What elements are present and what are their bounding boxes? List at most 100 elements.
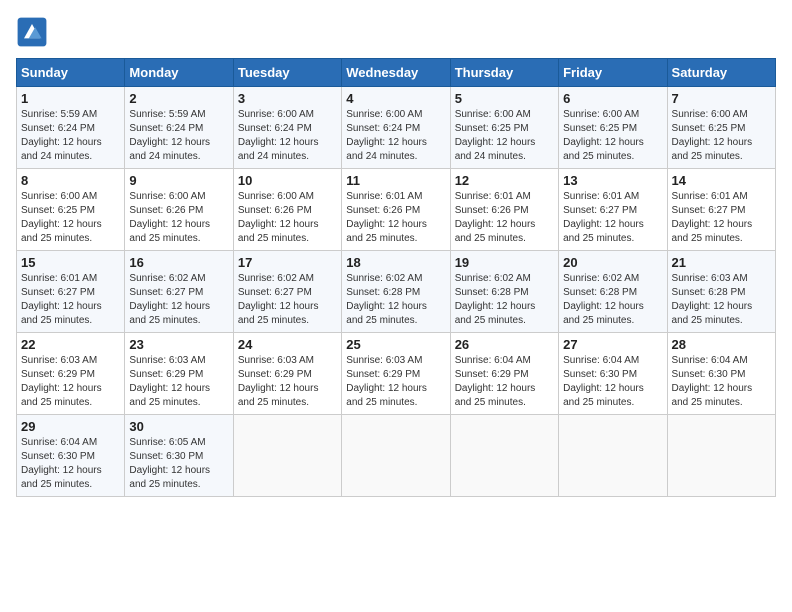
day-info: Sunrise: 6:00 AM Sunset: 6:25 PM Dayligh… (21, 190, 120, 246)
day-number: 8 (21, 173, 120, 188)
calendar-cell: 23 Sunrise: 6:03 AM Sunset: 6:29 PM Dayl… (125, 333, 233, 415)
logo-icon (16, 16, 48, 48)
day-info: Sunrise: 6:02 AM Sunset: 6:28 PM Dayligh… (563, 272, 662, 328)
calendar-cell (450, 415, 558, 497)
day-number: 10 (238, 173, 337, 188)
day-number: 9 (129, 173, 228, 188)
calendar-week-row: 8 Sunrise: 6:00 AM Sunset: 6:25 PM Dayli… (17, 169, 776, 251)
day-number: 12 (455, 173, 554, 188)
calendar-cell: 8 Sunrise: 6:00 AM Sunset: 6:25 PM Dayli… (17, 169, 125, 251)
day-info: Sunrise: 6:05 AM Sunset: 6:30 PM Dayligh… (129, 436, 228, 492)
day-number: 27 (563, 337, 662, 352)
day-info: Sunrise: 6:03 AM Sunset: 6:29 PM Dayligh… (129, 354, 228, 410)
page-header (16, 16, 776, 48)
weekday-header: Thursday (450, 59, 558, 87)
day-info: Sunrise: 6:00 AM Sunset: 6:25 PM Dayligh… (672, 108, 771, 164)
day-info: Sunrise: 6:02 AM Sunset: 6:28 PM Dayligh… (455, 272, 554, 328)
day-info: Sunrise: 6:03 AM Sunset: 6:28 PM Dayligh… (672, 272, 771, 328)
day-info: Sunrise: 6:01 AM Sunset: 6:27 PM Dayligh… (21, 272, 120, 328)
day-number: 24 (238, 337, 337, 352)
day-number: 2 (129, 91, 228, 106)
calendar-cell: 7 Sunrise: 6:00 AM Sunset: 6:25 PM Dayli… (667, 87, 775, 169)
day-info: Sunrise: 5:59 AM Sunset: 6:24 PM Dayligh… (21, 108, 120, 164)
calendar-cell: 22 Sunrise: 6:03 AM Sunset: 6:29 PM Dayl… (17, 333, 125, 415)
day-number: 28 (672, 337, 771, 352)
calendar-cell: 6 Sunrise: 6:00 AM Sunset: 6:25 PM Dayli… (559, 87, 667, 169)
weekday-header: Monday (125, 59, 233, 87)
day-info: Sunrise: 6:00 AM Sunset: 6:25 PM Dayligh… (563, 108, 662, 164)
day-info: Sunrise: 6:00 AM Sunset: 6:26 PM Dayligh… (129, 190, 228, 246)
day-number: 5 (455, 91, 554, 106)
day-info: Sunrise: 6:04 AM Sunset: 6:29 PM Dayligh… (455, 354, 554, 410)
calendar-cell: 19 Sunrise: 6:02 AM Sunset: 6:28 PM Dayl… (450, 251, 558, 333)
day-info: Sunrise: 6:04 AM Sunset: 6:30 PM Dayligh… (563, 354, 662, 410)
calendar-table: SundayMondayTuesdayWednesdayThursdayFrid… (16, 58, 776, 497)
day-number: 30 (129, 419, 228, 434)
calendar-cell: 24 Sunrise: 6:03 AM Sunset: 6:29 PM Dayl… (233, 333, 341, 415)
calendar-cell: 10 Sunrise: 6:00 AM Sunset: 6:26 PM Dayl… (233, 169, 341, 251)
day-info: Sunrise: 6:01 AM Sunset: 6:27 PM Dayligh… (563, 190, 662, 246)
calendar-week-row: 1 Sunrise: 5:59 AM Sunset: 6:24 PM Dayli… (17, 87, 776, 169)
calendar-cell: 4 Sunrise: 6:00 AM Sunset: 6:24 PM Dayli… (342, 87, 450, 169)
calendar-cell: 20 Sunrise: 6:02 AM Sunset: 6:28 PM Dayl… (559, 251, 667, 333)
day-number: 15 (21, 255, 120, 270)
day-number: 7 (672, 91, 771, 106)
day-number: 4 (346, 91, 445, 106)
weekday-header: Tuesday (233, 59, 341, 87)
day-info: Sunrise: 6:01 AM Sunset: 6:26 PM Dayligh… (455, 190, 554, 246)
calendar-cell: 28 Sunrise: 6:04 AM Sunset: 6:30 PM Dayl… (667, 333, 775, 415)
day-info: Sunrise: 6:00 AM Sunset: 6:26 PM Dayligh… (238, 190, 337, 246)
day-number: 3 (238, 91, 337, 106)
calendar-cell: 15 Sunrise: 6:01 AM Sunset: 6:27 PM Dayl… (17, 251, 125, 333)
calendar-cell: 1 Sunrise: 5:59 AM Sunset: 6:24 PM Dayli… (17, 87, 125, 169)
day-number: 22 (21, 337, 120, 352)
calendar-week-row: 15 Sunrise: 6:01 AM Sunset: 6:27 PM Dayl… (17, 251, 776, 333)
weekday-header: Wednesday (342, 59, 450, 87)
calendar-cell: 18 Sunrise: 6:02 AM Sunset: 6:28 PM Dayl… (342, 251, 450, 333)
day-number: 17 (238, 255, 337, 270)
day-number: 20 (563, 255, 662, 270)
day-number: 29 (21, 419, 120, 434)
day-info: Sunrise: 6:00 AM Sunset: 6:24 PM Dayligh… (238, 108, 337, 164)
calendar-cell: 3 Sunrise: 6:00 AM Sunset: 6:24 PM Dayli… (233, 87, 341, 169)
calendar-week-row: 22 Sunrise: 6:03 AM Sunset: 6:29 PM Dayl… (17, 333, 776, 415)
calendar-cell: 29 Sunrise: 6:04 AM Sunset: 6:30 PM Dayl… (17, 415, 125, 497)
day-number: 25 (346, 337, 445, 352)
day-info: Sunrise: 6:02 AM Sunset: 6:27 PM Dayligh… (238, 272, 337, 328)
day-info: Sunrise: 6:02 AM Sunset: 6:27 PM Dayligh… (129, 272, 228, 328)
day-info: Sunrise: 6:00 AM Sunset: 6:25 PM Dayligh… (455, 108, 554, 164)
day-info: Sunrise: 6:00 AM Sunset: 6:24 PM Dayligh… (346, 108, 445, 164)
calendar-cell (233, 415, 341, 497)
day-number: 13 (563, 173, 662, 188)
calendar-cell (559, 415, 667, 497)
day-info: Sunrise: 6:03 AM Sunset: 6:29 PM Dayligh… (346, 354, 445, 410)
day-number: 18 (346, 255, 445, 270)
calendar-week-row: 29 Sunrise: 6:04 AM Sunset: 6:30 PM Dayl… (17, 415, 776, 497)
calendar-cell (667, 415, 775, 497)
day-info: Sunrise: 5:59 AM Sunset: 6:24 PM Dayligh… (129, 108, 228, 164)
day-number: 1 (21, 91, 120, 106)
day-number: 26 (455, 337, 554, 352)
day-number: 23 (129, 337, 228, 352)
calendar-cell: 25 Sunrise: 6:03 AM Sunset: 6:29 PM Dayl… (342, 333, 450, 415)
day-number: 11 (346, 173, 445, 188)
calendar-cell: 21 Sunrise: 6:03 AM Sunset: 6:28 PM Dayl… (667, 251, 775, 333)
weekday-header: Friday (559, 59, 667, 87)
weekday-header: Saturday (667, 59, 775, 87)
calendar-cell (342, 415, 450, 497)
day-info: Sunrise: 6:03 AM Sunset: 6:29 PM Dayligh… (238, 354, 337, 410)
day-number: 21 (672, 255, 771, 270)
weekday-header: Sunday (17, 59, 125, 87)
calendar-cell: 9 Sunrise: 6:00 AM Sunset: 6:26 PM Dayli… (125, 169, 233, 251)
calendar-cell: 14 Sunrise: 6:01 AM Sunset: 6:27 PM Dayl… (667, 169, 775, 251)
calendar-header: SundayMondayTuesdayWednesdayThursdayFrid… (17, 59, 776, 87)
calendar-cell: 2 Sunrise: 5:59 AM Sunset: 6:24 PM Dayli… (125, 87, 233, 169)
day-info: Sunrise: 6:03 AM Sunset: 6:29 PM Dayligh… (21, 354, 120, 410)
logo (16, 16, 52, 48)
day-number: 6 (563, 91, 662, 106)
calendar-cell: 11 Sunrise: 6:01 AM Sunset: 6:26 PM Dayl… (342, 169, 450, 251)
day-number: 14 (672, 173, 771, 188)
day-info: Sunrise: 6:01 AM Sunset: 6:27 PM Dayligh… (672, 190, 771, 246)
day-number: 16 (129, 255, 228, 270)
calendar-cell: 26 Sunrise: 6:04 AM Sunset: 6:29 PM Dayl… (450, 333, 558, 415)
